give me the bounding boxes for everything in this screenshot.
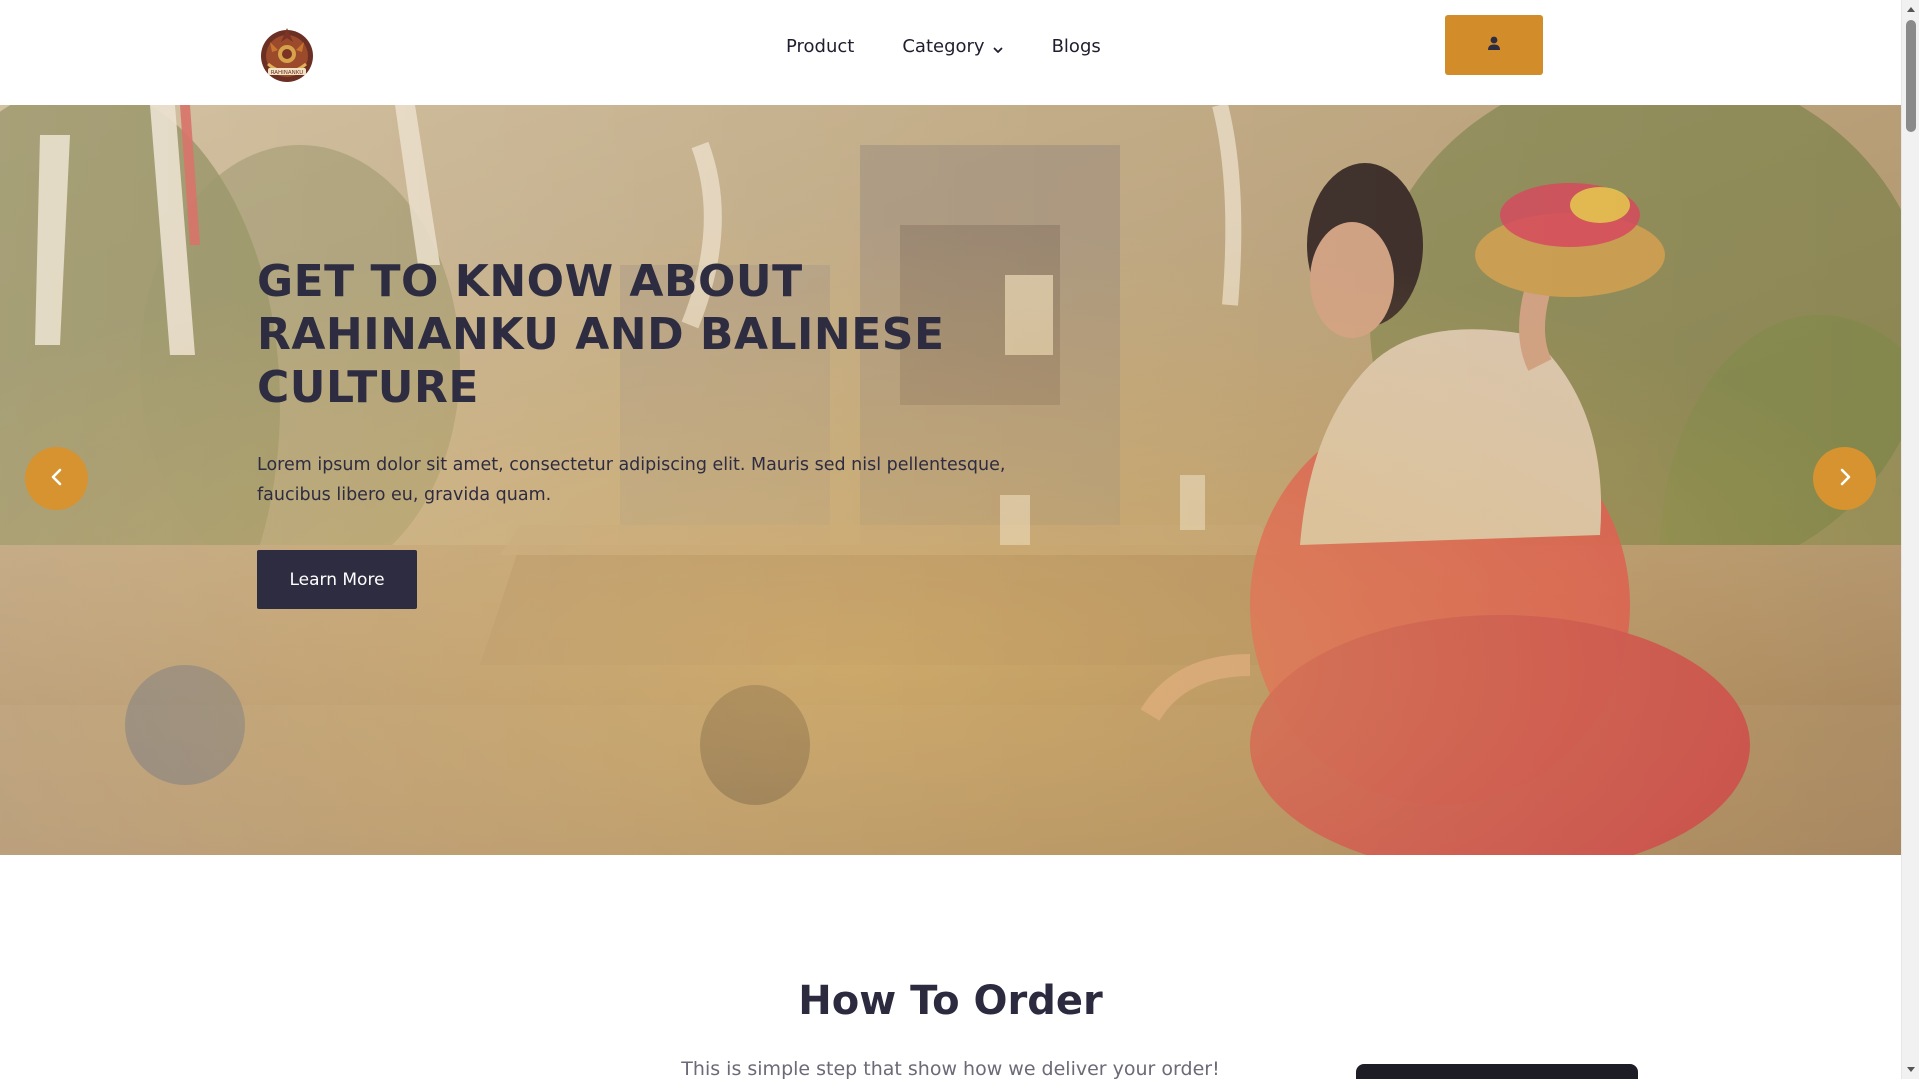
chevron-right-icon	[1835, 467, 1855, 491]
chevron-left-icon	[47, 467, 67, 491]
user-account-button[interactable]	[1445, 15, 1543, 75]
scrollbar-thumb[interactable]	[1906, 20, 1916, 132]
user-icon	[1486, 35, 1502, 55]
site-header: RAHINANKU Product Category Blogs	[0, 0, 1901, 105]
chevron-down-icon	[992, 40, 1004, 53]
carousel-next-button[interactable]	[1813, 447, 1876, 510]
nav-category-label: Category	[902, 35, 985, 57]
nav-product-label: Product	[786, 35, 855, 57]
logo-text: RAHINANKU	[271, 70, 304, 76]
vertical-scrollbar[interactable]	[1901, 0, 1919, 1079]
scroll-down-arrow-icon[interactable]	[1902, 1061, 1919, 1079]
page: RAHINANKU Product Category Blogs GET TO …	[0, 0, 1901, 1079]
how-to-order-title: How To Order	[798, 978, 1103, 1024]
nav-category-dropdown[interactable]: Category	[902, 36, 1003, 57]
hero-carousel: GET TO KNOW ABOUT RAHINANKU AND BALINESE…	[0, 105, 1901, 855]
nav-blogs-label: Blogs	[1051, 35, 1101, 57]
scroll-up-arrow-icon[interactable]	[1902, 0, 1919, 18]
nav-blogs[interactable]: Blogs	[1052, 36, 1101, 57]
nav-product[interactable]: Product	[786, 36, 854, 57]
site-logo[interactable]: RAHINANKU	[258, 24, 316, 84]
logo-emblem-icon: RAHINANKU	[261, 28, 313, 82]
chat-widget-tab[interactable]	[1356, 1064, 1638, 1079]
main-nav: Product Category Blogs	[786, 33, 1101, 59]
learn-more-button[interactable]: Learn More	[257, 550, 417, 609]
hero-description: Lorem ipsum dolor sit amet, consectetur …	[257, 455, 1006, 505]
carousel-prev-button[interactable]	[25, 447, 88, 510]
hero-content: GET TO KNOW ABOUT RAHINANKU AND BALINESE…	[257, 255, 1057, 609]
hero-title: GET TO KNOW ABOUT RAHINANKU AND BALINESE…	[257, 256, 945, 413]
